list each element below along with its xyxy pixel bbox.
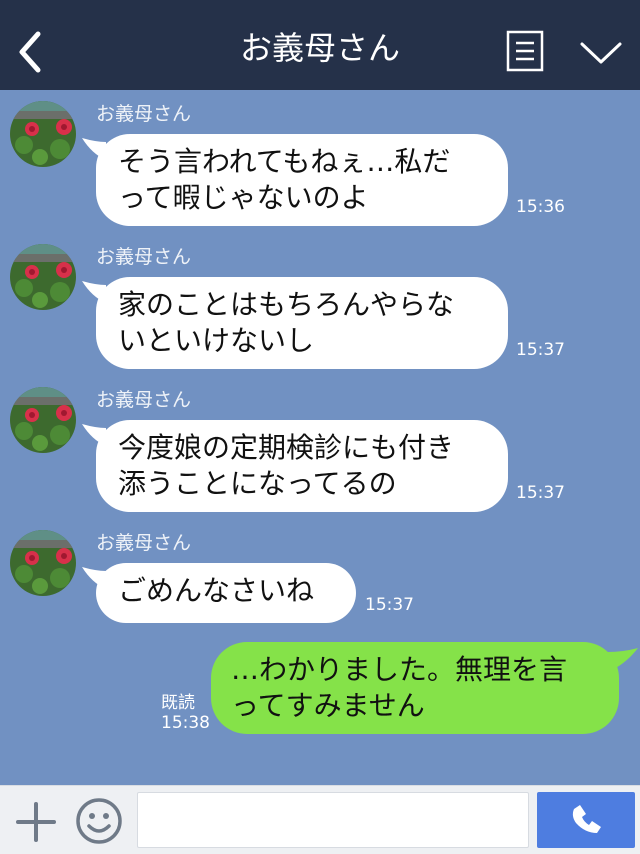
avatar[interactable] [10,101,76,167]
call-button[interactable] [537,792,635,848]
phone-icon [572,805,601,833]
read-receipt: 既読 [161,693,195,713]
rose-photo-icon [10,387,76,453]
message-bubble[interactable]: 今度娘の定期検診にも付き 添うことになってるの [96,420,508,512]
message-text-line: 添うことになってるの [118,467,397,500]
message-text-line: 家のことはもちろんやらな [118,288,455,321]
message-text-line: ごめんなさいね [118,574,315,607]
emoji-button[interactable] [74,796,124,846]
message-text-line: そう言われてもねぇ…私だ [118,145,451,178]
add-button[interactable] [14,800,58,844]
sender-name: お義母さん [96,103,192,125]
message-time: 15:37 [516,340,565,360]
message-input[interactable] [137,792,529,848]
message-time: 15:36 [516,197,565,217]
back-button[interactable] [12,28,48,76]
message-bubble[interactable]: 家のことはもちろんやらな いといけないし [96,277,508,369]
chevron-left-icon [19,31,41,73]
message-bubble[interactable]: ごめんなさいね [96,563,356,623]
message-text-line: って暇じゃないのよ [118,181,369,214]
document-menu-icon [506,30,544,72]
rose-photo-icon [10,530,76,596]
chat-title: お義母さん [239,29,400,67]
avatar[interactable] [10,530,76,596]
menu-button[interactable] [506,30,544,72]
message-time: 15:37 [516,483,565,503]
message-bubble[interactable]: そう言われてもねぇ…私だ って暇じゃないのよ [96,134,508,226]
message-text-line: ってすみません [231,689,425,722]
rose-photo-icon [10,244,76,310]
message-text-line: いといけないし [118,324,315,357]
plus-icon [16,802,56,842]
chevron-down-icon [580,42,622,64]
expand-button[interactable] [578,38,624,68]
sender-name: お義母さん [96,246,192,268]
rose-photo-icon [10,101,76,167]
avatar[interactable] [10,387,76,453]
sender-name: お義母さん [96,532,192,554]
sender-name: お義母さん [96,389,192,411]
smiley-icon [76,798,122,844]
message-text-line: …わかりました。無理を言 [231,653,568,686]
message-time: 15:37 [365,595,414,615]
chat-header: お義母さん [0,0,640,90]
message-time: 15:38 [161,713,210,733]
avatar[interactable] [10,244,76,310]
message-text-line: 今度娘の定期検診にも付き [118,431,455,464]
message-input-bar [0,785,640,854]
outgoing-message-bubble[interactable]: …わかりました。無理を言 ってすみません [211,642,619,734]
